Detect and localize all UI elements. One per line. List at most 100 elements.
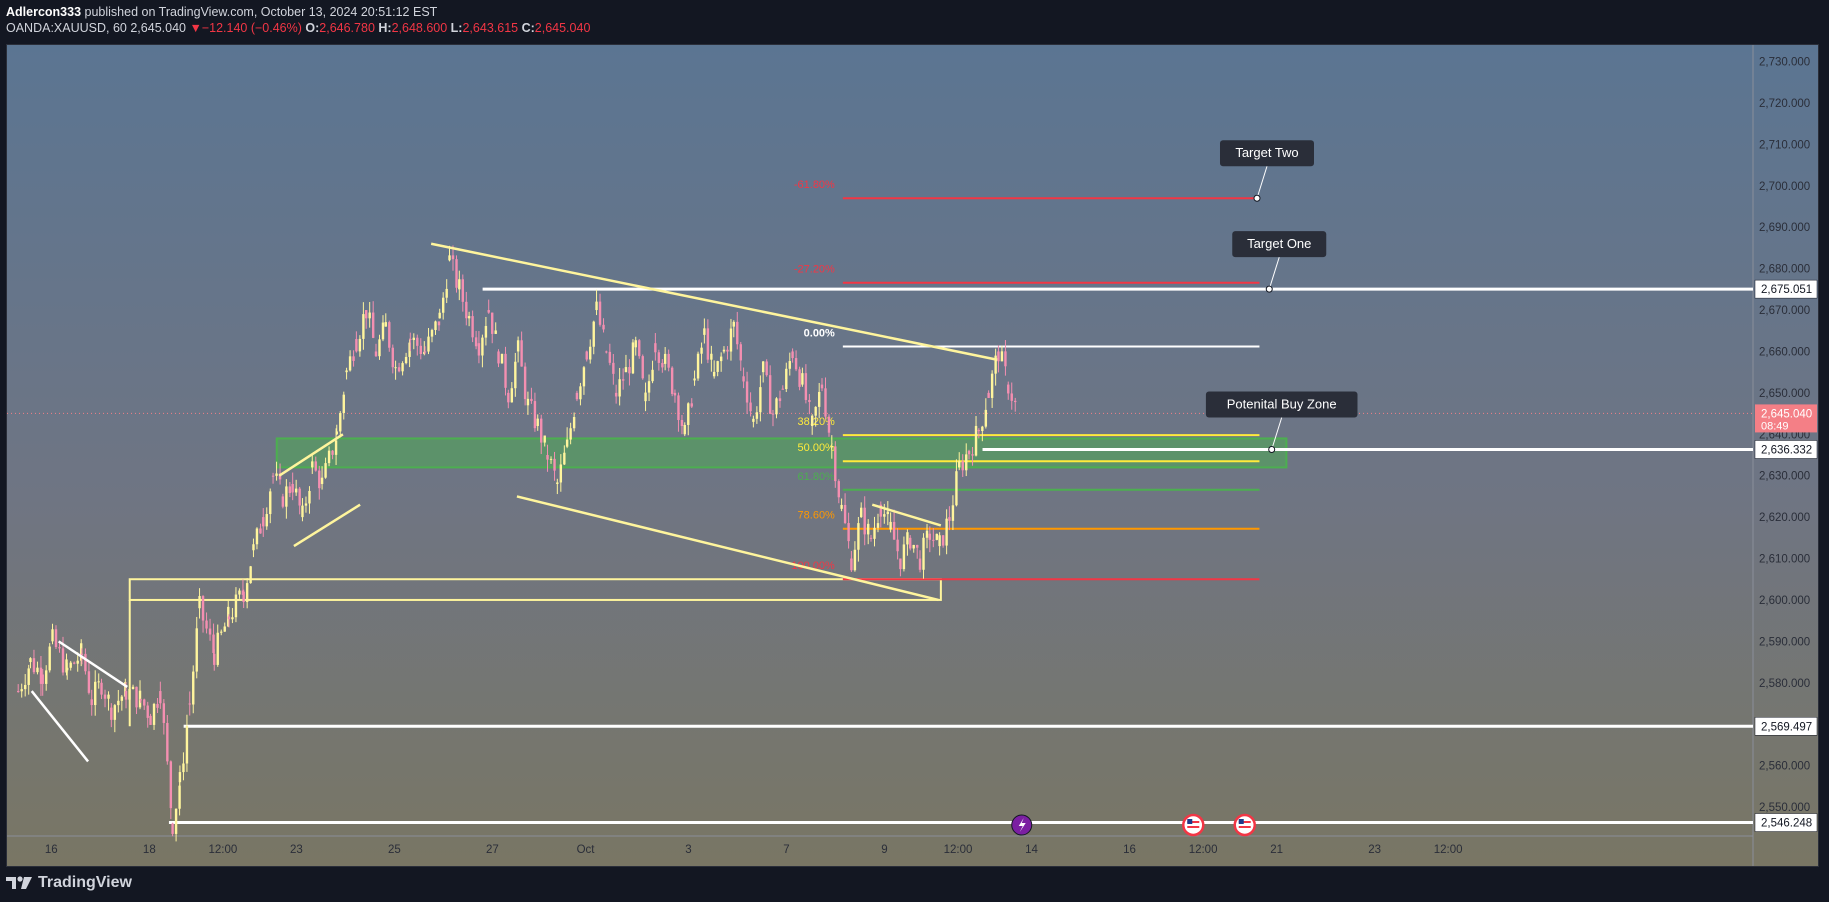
candle-body xyxy=(100,682,103,695)
buy-zone-rectangle xyxy=(275,437,1288,469)
candle-body xyxy=(339,413,342,432)
candle-body xyxy=(896,539,899,552)
flag-stripe xyxy=(1238,826,1251,828)
candle-body xyxy=(984,409,988,427)
candle-body xyxy=(749,402,752,412)
candle-body xyxy=(624,367,628,373)
candle-body xyxy=(860,507,863,518)
candle-body xyxy=(352,356,355,361)
candle-body xyxy=(974,425,978,456)
author-name[interactable]: Adlercon333 xyxy=(6,5,81,19)
candle-body xyxy=(873,527,876,539)
candle-body xyxy=(394,367,397,369)
price-tick-label: 2,730.000 xyxy=(1759,57,1810,69)
candle-body xyxy=(631,342,635,374)
candle-body xyxy=(298,488,301,506)
price-tick-label: 2,600.000 xyxy=(1759,595,1810,607)
candle-body xyxy=(696,353,700,379)
candle-body xyxy=(162,703,166,723)
candle-body xyxy=(641,356,644,379)
candle-body xyxy=(416,337,419,346)
candle-body xyxy=(497,351,500,364)
close-value: 2,645.040 xyxy=(534,21,591,35)
candle-body xyxy=(249,566,252,584)
candle-body xyxy=(87,671,91,693)
candle-body xyxy=(869,537,873,539)
candle-body xyxy=(722,349,726,352)
candle-body xyxy=(971,454,974,456)
candle-body xyxy=(916,544,919,548)
candle-body xyxy=(304,503,308,506)
publish-info: published on TradingView.com, October 13… xyxy=(84,5,438,19)
candle-body xyxy=(810,415,814,427)
candle-body xyxy=(227,616,231,620)
candle-body xyxy=(965,454,968,471)
price-tick-label: 2,700.000 xyxy=(1759,181,1810,193)
candle-body xyxy=(837,481,840,498)
candle-body xyxy=(423,351,427,353)
candle-body xyxy=(205,620,208,629)
candle-body xyxy=(892,521,896,540)
candle-body xyxy=(358,338,362,352)
us-flag-event-icon xyxy=(1233,813,1256,837)
chart-panel[interactable]: -61.80% -27.20% 0.00% 38.20% 50.00% 61.80% 78.… xyxy=(6,44,1819,867)
candle-body xyxy=(834,446,837,482)
candle-body xyxy=(36,667,39,673)
countdown-label: 08:49 xyxy=(1761,420,1789,432)
time-tick-label: 12:00 xyxy=(944,844,973,856)
candle-body xyxy=(824,388,827,417)
candle-body xyxy=(680,419,684,427)
high-label: H: xyxy=(378,21,392,35)
last-price: 2,645.040 xyxy=(130,21,186,35)
candle-body xyxy=(654,343,657,353)
symbol-label[interactable]: OANDA:XAUUSD, 60 xyxy=(6,21,127,35)
time-tick-label: 3 xyxy=(685,844,691,856)
candle-body xyxy=(54,629,58,648)
candle-body xyxy=(51,629,54,642)
candle-body xyxy=(188,703,191,705)
candle-body xyxy=(729,328,733,352)
price-tick-label: 2,590.000 xyxy=(1759,636,1810,648)
candle-body xyxy=(543,435,546,443)
candle-body xyxy=(80,653,84,655)
candle-body xyxy=(73,662,76,664)
candle-body xyxy=(687,403,690,425)
candle-body xyxy=(710,353,713,360)
candle-body xyxy=(798,369,801,387)
candle-body xyxy=(275,473,278,476)
candle-body xyxy=(589,346,592,360)
candle-body xyxy=(628,367,631,374)
candle-body xyxy=(20,689,23,692)
time-tick-label: 23 xyxy=(1368,844,1381,856)
candle-body xyxy=(404,356,408,364)
candle-body xyxy=(412,337,415,341)
time-tick-label: 12:00 xyxy=(1434,844,1463,856)
candle-body xyxy=(771,413,775,415)
candle-body xyxy=(384,322,387,327)
candle-body xyxy=(830,446,833,448)
tradingview-logo[interactable]: TradingView xyxy=(6,872,132,894)
price-chart[interactable]: -61.80%-27.20%0.00%38.20%50.00%61.80%78.… xyxy=(7,45,1818,866)
candle-body xyxy=(712,371,716,377)
candle-body xyxy=(759,387,762,413)
candle-body xyxy=(663,353,667,364)
candle-body xyxy=(510,388,514,403)
flag-circle xyxy=(1233,813,1256,837)
candle-body xyxy=(182,763,185,773)
candle-body xyxy=(135,686,138,708)
time-tick-label: 12:00 xyxy=(208,844,237,856)
candle-body xyxy=(311,461,314,468)
candle-body xyxy=(853,549,857,571)
time-tick-label: 12:00 xyxy=(1189,844,1218,856)
candle-body xyxy=(220,631,223,633)
candle-body xyxy=(255,528,259,545)
candle-body xyxy=(690,403,693,407)
candle-body xyxy=(285,486,288,507)
candle-body xyxy=(388,322,391,348)
candle-body xyxy=(308,490,311,504)
open-label: O: xyxy=(305,21,320,35)
price-level-tag-label: 2,675.051 xyxy=(1761,284,1812,296)
candle-body xyxy=(159,691,162,704)
candle-body xyxy=(575,392,579,400)
candle-body xyxy=(618,379,621,397)
